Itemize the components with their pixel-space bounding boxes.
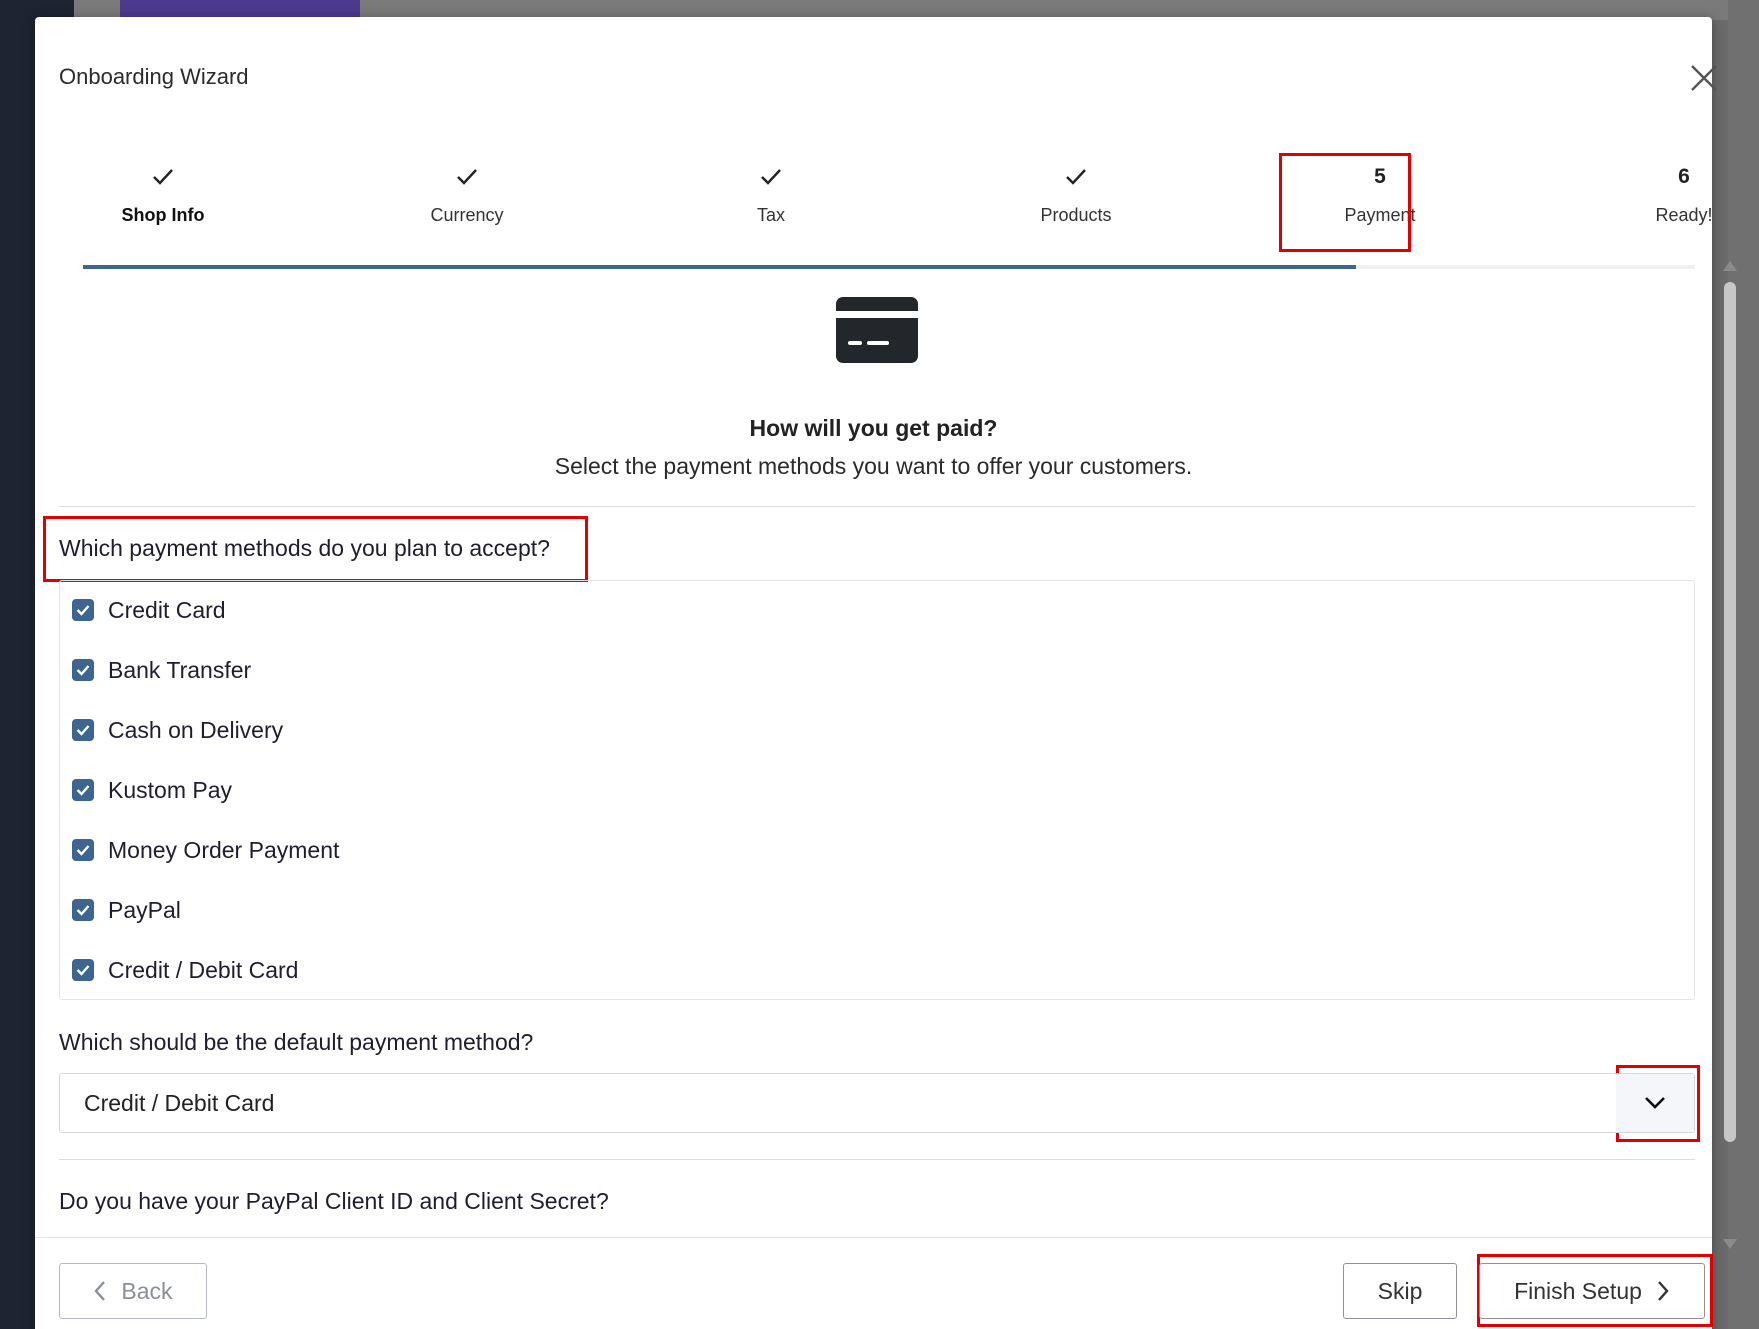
hero-title: How will you get paid?: [749, 415, 998, 441]
step-currency[interactable]: Currency: [367, 157, 567, 226]
method-credit-card[interactable]: Credit Card: [72, 595, 226, 625]
method-label: Credit / Debit Card: [108, 956, 299, 983]
credit-card-icon: [836, 297, 918, 363]
checkbox-checked-icon[interactable]: [72, 659, 94, 681]
wizard-stepper: Shop Info Currency Tax Products 5 Paymen…: [83, 157, 1713, 272]
step-tax[interactable]: Tax: [671, 157, 871, 226]
step-label: Products: [1040, 205, 1112, 225]
step-number: 5: [1374, 165, 1386, 188]
method-label: Money Order Payment: [108, 836, 340, 863]
step-label: Shop Info: [121, 205, 205, 225]
stepper-progress: [83, 265, 1357, 269]
background-tab: [120, 0, 360, 18]
checkbox-checked-icon[interactable]: [72, 899, 94, 921]
divider: [59, 1159, 1695, 1160]
step-number: 6: [1678, 165, 1690, 188]
method-label: Bank Transfer: [108, 656, 252, 683]
step-payment[interactable]: 5 Payment: [1280, 157, 1480, 226]
select-value: Credit / Debit Card: [84, 1090, 275, 1116]
checkbox-checked-icon[interactable]: [72, 599, 94, 621]
step-label: Ready!: [1655, 205, 1713, 225]
divider: [59, 506, 1695, 507]
scroll-down-arrow-icon[interactable]: [1723, 1239, 1737, 1249]
method-credit-debit-card[interactable]: Credit / Debit Card: [72, 955, 298, 985]
method-kustom-pay[interactable]: Kustom Pay: [72, 775, 232, 805]
method-label: Credit Card: [108, 596, 226, 623]
step-label: Tax: [756, 205, 785, 225]
step-products[interactable]: Products: [976, 157, 1176, 226]
scrollbar-thumb[interactable]: [1724, 282, 1736, 1142]
onboarding-modal: Onboarding Wizard Shop Info Currency Tax: [35, 17, 1737, 1329]
method-cash-on-delivery[interactable]: Cash on Delivery: [72, 715, 283, 745]
check-icon: [671, 157, 871, 197]
method-paypal[interactable]: PayPal: [72, 895, 181, 925]
scroll-up-arrow-icon[interactable]: [1723, 261, 1737, 271]
paypal-credentials-question: Do you have your PayPal Client ID and Cl…: [59, 1188, 609, 1214]
footer-divider: [35, 1237, 1712, 1238]
finish-setup-button[interactable]: Finish Setup: [1479, 1263, 1705, 1319]
method-label: PayPal: [108, 896, 181, 923]
step-ready[interactable]: 6 Ready!: [1584, 157, 1759, 226]
back-button-label: Back: [121, 1277, 173, 1304]
chevron-down-icon[interactable]: [1616, 1074, 1694, 1132]
chevron-right-icon: [1658, 1281, 1669, 1301]
method-label: Kustom Pay: [108, 776, 232, 803]
step-label: Currency: [430, 205, 504, 225]
checkbox-checked-icon[interactable]: [72, 839, 94, 861]
default-method-select[interactable]: Credit / Debit Card: [59, 1073, 1695, 1133]
skip-button[interactable]: Skip: [1343, 1263, 1457, 1319]
finish-button-label: Finish Setup: [1514, 1277, 1642, 1304]
method-label: Cash on Delivery: [108, 716, 284, 743]
hero-subtitle: Select the payment methods you want to o…: [554, 453, 1193, 479]
method-bank-transfer[interactable]: Bank Transfer: [72, 655, 251, 685]
checkbox-checked-icon[interactable]: [72, 959, 94, 981]
modal-title: Onboarding Wizard: [59, 64, 249, 89]
check-icon: [63, 157, 263, 197]
payment-methods-list: Credit Card Bank Transfer Cash on Delive…: [59, 580, 1695, 1000]
skip-button-label: Skip: [1377, 1277, 1423, 1304]
checkbox-checked-icon[interactable]: [72, 719, 94, 741]
close-icon[interactable]: [1687, 61, 1721, 95]
default-method-question: Which should be the default payment meth…: [59, 1029, 534, 1055]
payment-methods-question: Which payment methods do you plan to acc…: [59, 535, 550, 561]
check-icon: [367, 157, 567, 197]
check-icon: [976, 157, 1176, 197]
stepper-track: [83, 265, 1695, 269]
step-label: Payment: [1344, 205, 1416, 225]
method-money-order[interactable]: Money Order Payment: [72, 835, 339, 865]
chevron-left-icon: [94, 1281, 106, 1301]
checkbox-checked-icon[interactable]: [72, 779, 94, 801]
step-shop-info[interactable]: Shop Info: [63, 157, 263, 226]
back-button[interactable]: Back: [59, 1263, 207, 1319]
